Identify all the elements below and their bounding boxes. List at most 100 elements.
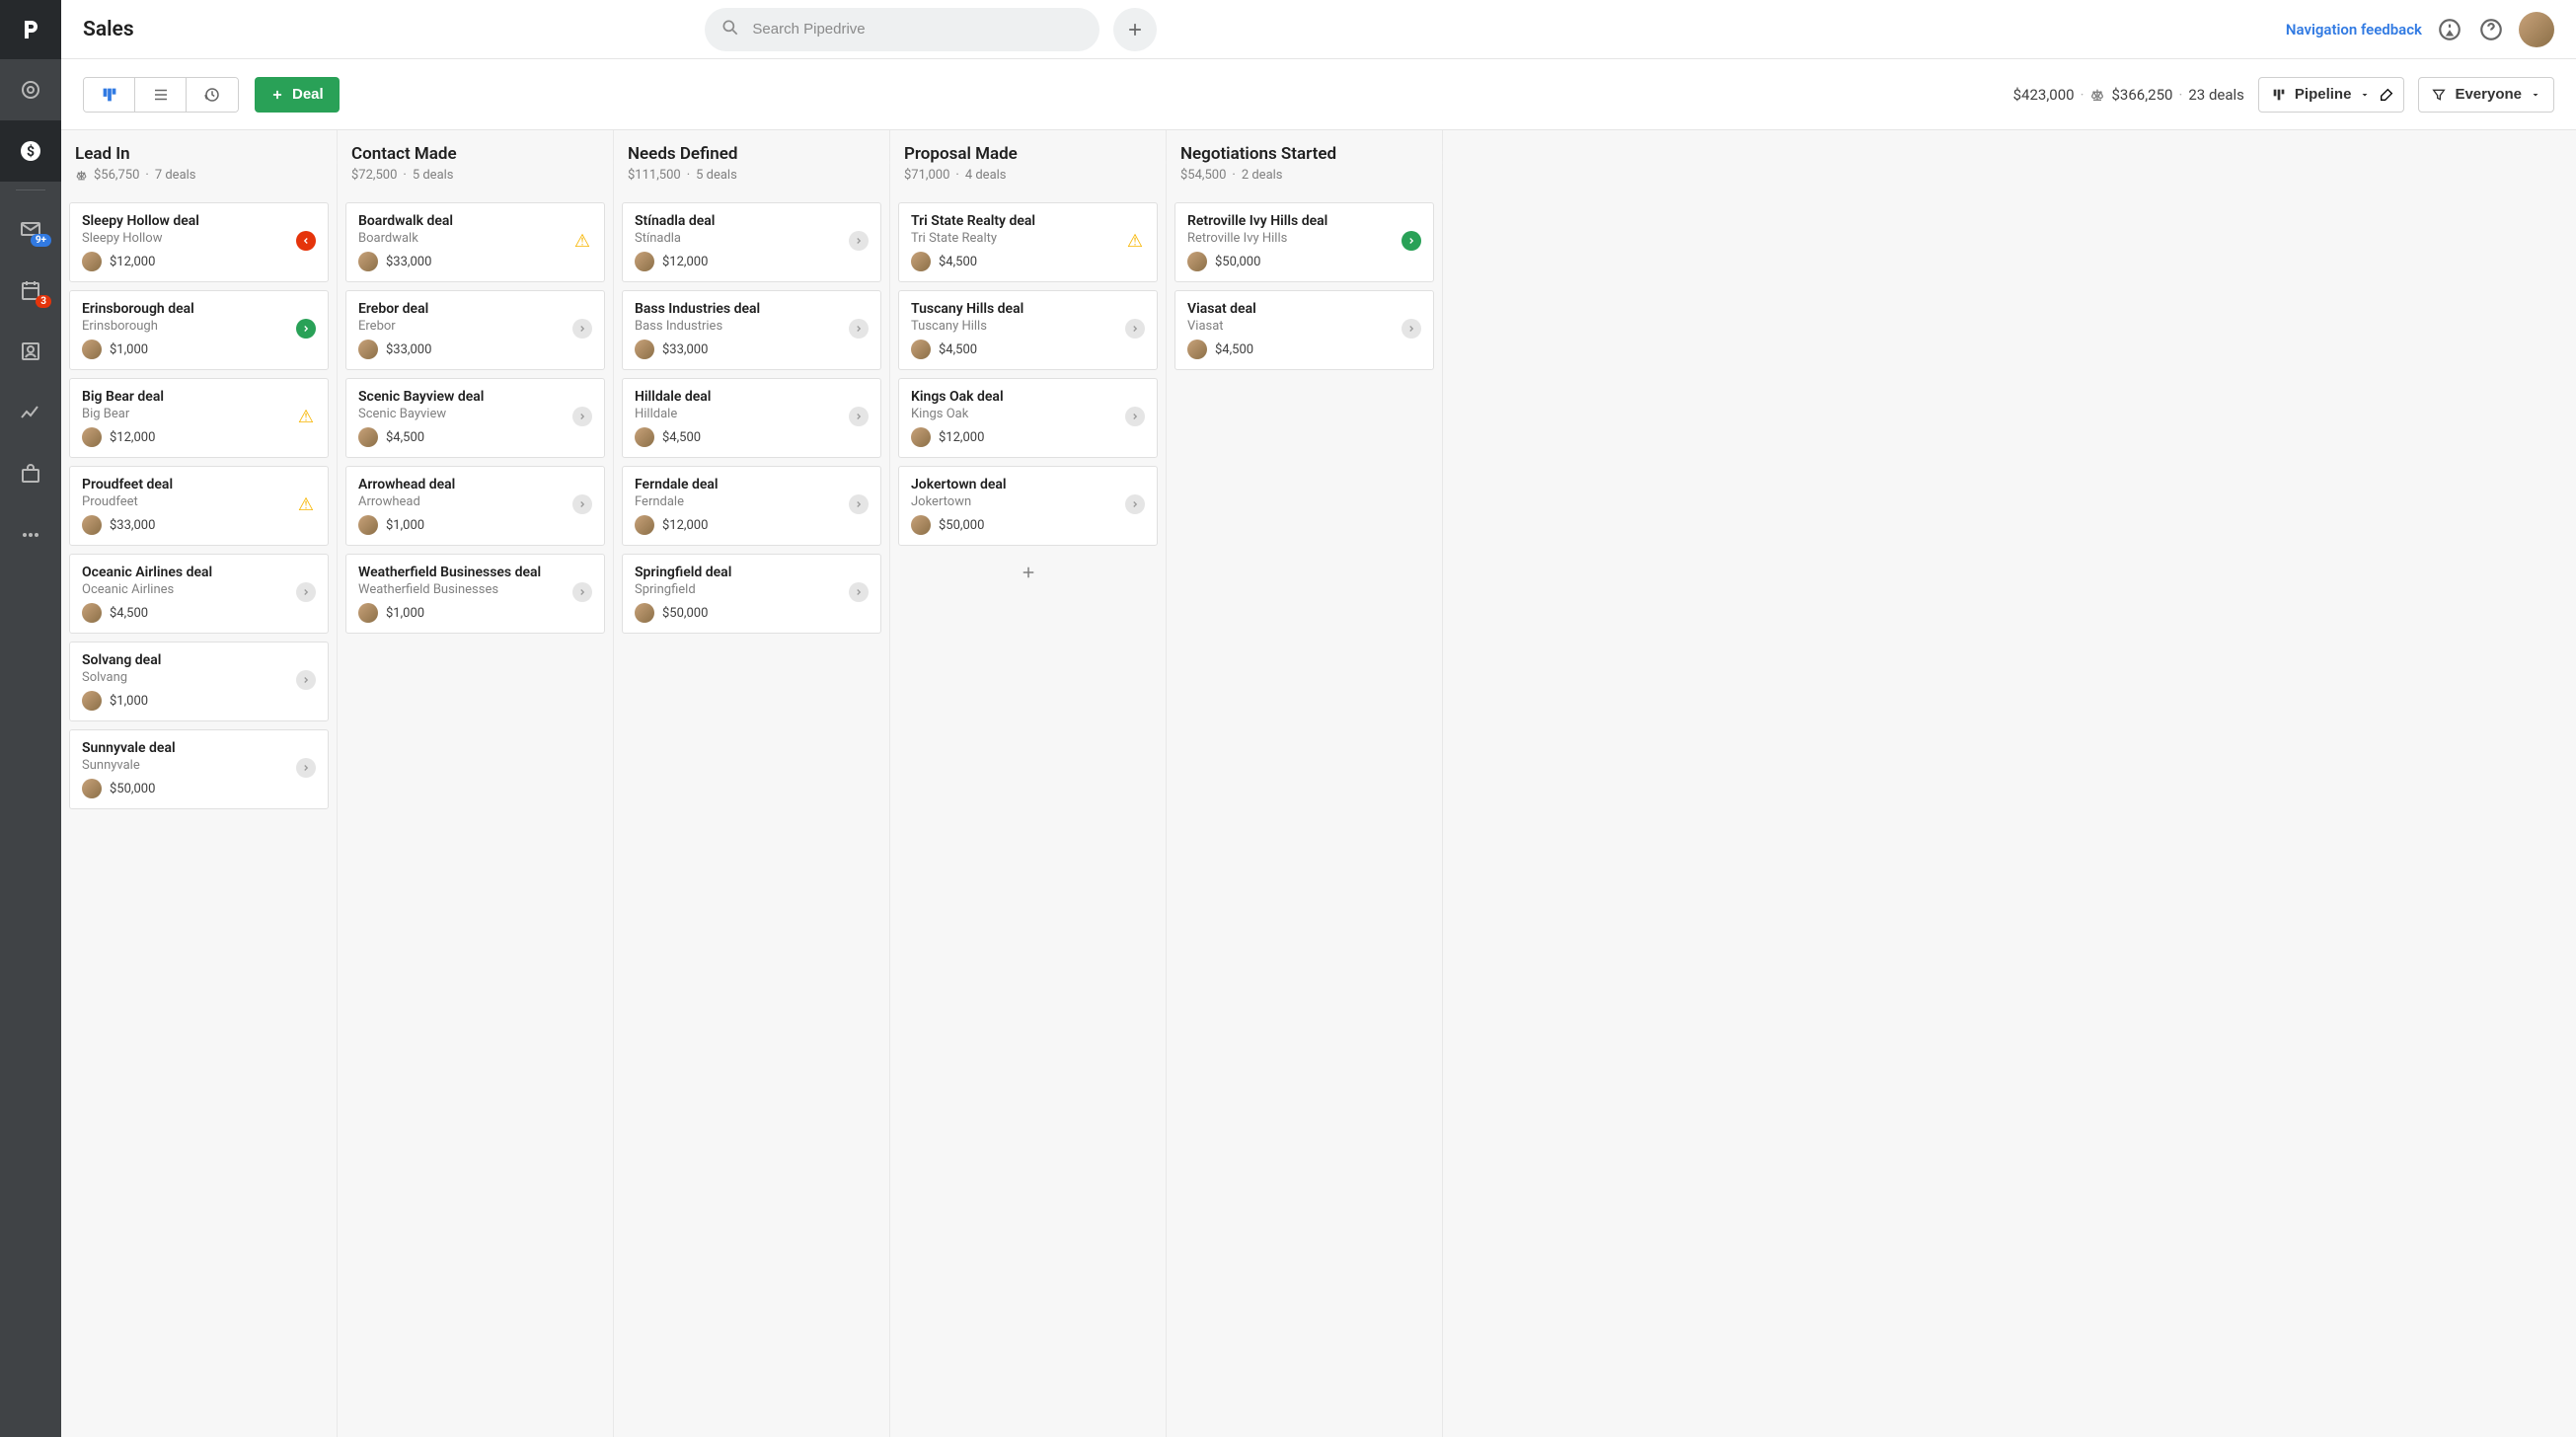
deal-title: Bass Industries deal — [635, 301, 869, 317]
owner-avatar — [358, 603, 378, 623]
deal-card[interactable]: Scenic Bayview deal Scenic Bayview $4,50… — [345, 378, 605, 458]
deal-org: Tuscany Hills — [911, 319, 1145, 334]
deal-card[interactable]: Big Bear deal Big Bear $12,000 ⚠ — [69, 378, 329, 458]
deal-card[interactable]: Erinsborough deal Erinsborough $1,000 — [69, 290, 329, 370]
quick-add-button[interactable] — [1113, 8, 1157, 51]
filter-label: Everyone — [2455, 86, 2522, 103]
deal-value: $4,500 — [662, 430, 701, 445]
deal-org: Sleepy Hollow — [82, 231, 316, 246]
status-indicator — [849, 582, 869, 602]
status-indicator — [296, 670, 316, 690]
deal-card[interactable]: Kings Oak deal Kings Oak $12,000 — [898, 378, 1158, 458]
column-header: Negotiations Started $54,500·2 deals — [1167, 130, 1442, 194]
deal-value: $1,000 — [386, 518, 424, 533]
owner-avatar — [82, 340, 102, 359]
owner-avatar — [911, 427, 931, 447]
nav-feedback-link[interactable]: Navigation feedback — [2286, 21, 2422, 38]
deal-org: Scenic Bayview — [358, 407, 592, 421]
pipeline-column: Lead In $56,750·7 deals Sleepy Hollow de… — [61, 130, 338, 1437]
user-avatar[interactable] — [2519, 12, 2554, 47]
nav-mail[interactable]: 9+ — [0, 198, 61, 260]
deal-card[interactable]: Springfield deal Springfield $50,000 — [622, 554, 881, 634]
status-indicator — [1125, 407, 1145, 426]
column-header: Contact Made $72,500·5 deals — [338, 130, 613, 194]
pipeline-column: Contact Made $72,500·5 deals Boardwalk d… — [338, 130, 614, 1437]
deal-card[interactable]: Stínadla deal Stínadla $12,000 — [622, 202, 881, 282]
deal-value: $33,000 — [662, 342, 708, 357]
pipeline-label: Pipeline — [2295, 86, 2352, 103]
deal-org: Bass Industries — [635, 319, 869, 334]
deal-title: Sleepy Hollow deal — [82, 213, 316, 229]
deal-card[interactable]: Oceanic Airlines deal Oceanic Airlines $… — [69, 554, 329, 634]
deal-value: $50,000 — [110, 782, 155, 796]
add-card-button[interactable] — [898, 554, 1158, 591]
deal-card[interactable]: Sleepy Hollow deal Sleepy Hollow $12,000 — [69, 202, 329, 282]
nav-activities[interactable]: 3 — [0, 260, 61, 321]
owner-avatar — [635, 603, 654, 623]
column-body: Tri State Realty deal Tri State Realty $… — [890, 194, 1166, 1437]
owner-avatar — [82, 603, 102, 623]
nav-more[interactable] — [0, 504, 61, 566]
deal-org: Sunnyvale — [82, 758, 316, 773]
deal-value: $4,500 — [939, 255, 977, 269]
nav-insights[interactable] — [0, 382, 61, 443]
filter-dropdown[interactable]: Everyone — [2418, 77, 2554, 113]
deal-card[interactable]: Sunnyvale deal Sunnyvale $50,000 — [69, 729, 329, 809]
column-meta: $72,500·5 deals — [351, 168, 599, 183]
header: Sales Navigation feedback — [61, 0, 2576, 59]
help-icon[interactable] — [2477, 16, 2505, 43]
deal-card[interactable]: Arrowhead deal Arrowhead $1,000 — [345, 466, 605, 546]
deal-card[interactable]: Erebor deal Erebor $33,000 — [345, 290, 605, 370]
deal-card[interactable]: Solvang deal Solvang $1,000 — [69, 642, 329, 721]
deal-card[interactable]: Boardwalk deal Boardwalk $33,000 ⚠ — [345, 202, 605, 282]
deal-value: $4,500 — [939, 342, 977, 357]
scale-icon — [2089, 87, 2105, 103]
list-view-button[interactable] — [135, 78, 187, 112]
column-meta: $54,500·2 deals — [1180, 168, 1428, 183]
deal-value: $33,000 — [386, 255, 431, 269]
column-body: Retroville Ivy Hills deal Retroville Ivy… — [1167, 194, 1442, 1437]
edit-pipeline-button[interactable] — [2369, 77, 2404, 113]
logo[interactable] — [0, 0, 61, 59]
add-deal-button[interactable]: Deal — [255, 77, 340, 113]
column-title: Needs Defined — [628, 144, 875, 164]
deal-card[interactable]: Tri State Realty deal Tri State Realty $… — [898, 202, 1158, 282]
sidebar: $ 9+ 3 — [0, 0, 61, 1437]
nav-divider — [16, 189, 45, 190]
nav-deals[interactable]: $ — [0, 120, 61, 182]
column-header: Needs Defined $111,500·5 deals — [614, 130, 889, 194]
scale-icon — [75, 169, 88, 182]
nav-contacts[interactable] — [0, 321, 61, 382]
nav-leads[interactable] — [0, 59, 61, 120]
deal-card[interactable]: Weatherfield Businesses deal Weatherfiel… — [345, 554, 605, 634]
deal-value: $12,000 — [110, 255, 155, 269]
deal-card[interactable]: Retroville Ivy Hills deal Retroville Ivy… — [1174, 202, 1434, 282]
owner-avatar — [358, 515, 378, 535]
owner-avatar — [911, 340, 931, 359]
owner-avatar — [635, 515, 654, 535]
pipeline-view-button[interactable] — [84, 78, 135, 112]
assistant-icon[interactable] — [2436, 16, 2463, 43]
deal-org: Stínadla — [635, 231, 869, 246]
deal-title: Stínadla deal — [635, 213, 869, 229]
deal-card[interactable]: Jokertown deal Jokertown $50,000 — [898, 466, 1158, 546]
deal-card[interactable]: Bass Industries deal Bass Industries $33… — [622, 290, 881, 370]
deal-org: Oceanic Airlines — [82, 582, 316, 597]
deal-card[interactable]: Hilldale deal Hilldale $4,500 — [622, 378, 881, 458]
deal-card[interactable]: Proudfeet deal Proudfeet $33,000 ⚠ — [69, 466, 329, 546]
deal-value: $50,000 — [1215, 255, 1260, 269]
deal-card[interactable]: Tuscany Hills deal Tuscany Hills $4,500 — [898, 290, 1158, 370]
deal-card[interactable]: Viasat deal Viasat $4,500 — [1174, 290, 1434, 370]
deal-title: Weatherfield Businesses deal — [358, 565, 592, 580]
deal-value: $1,000 — [110, 694, 148, 709]
forecast-view-button[interactable] — [187, 78, 238, 112]
deal-org: Weatherfield Businesses — [358, 582, 592, 597]
deal-card[interactable]: Ferndale deal Ferndale $12,000 — [622, 466, 881, 546]
deal-org: Arrowhead — [358, 494, 592, 509]
owner-avatar — [358, 252, 378, 271]
pipeline-dropdown[interactable]: Pipeline — [2258, 77, 2385, 113]
search-input[interactable] — [705, 8, 1099, 51]
nav-products[interactable] — [0, 443, 61, 504]
deal-org: Kings Oak — [911, 407, 1145, 421]
column-body: Stínadla deal Stínadla $12,000 Bass Indu… — [614, 194, 889, 1437]
